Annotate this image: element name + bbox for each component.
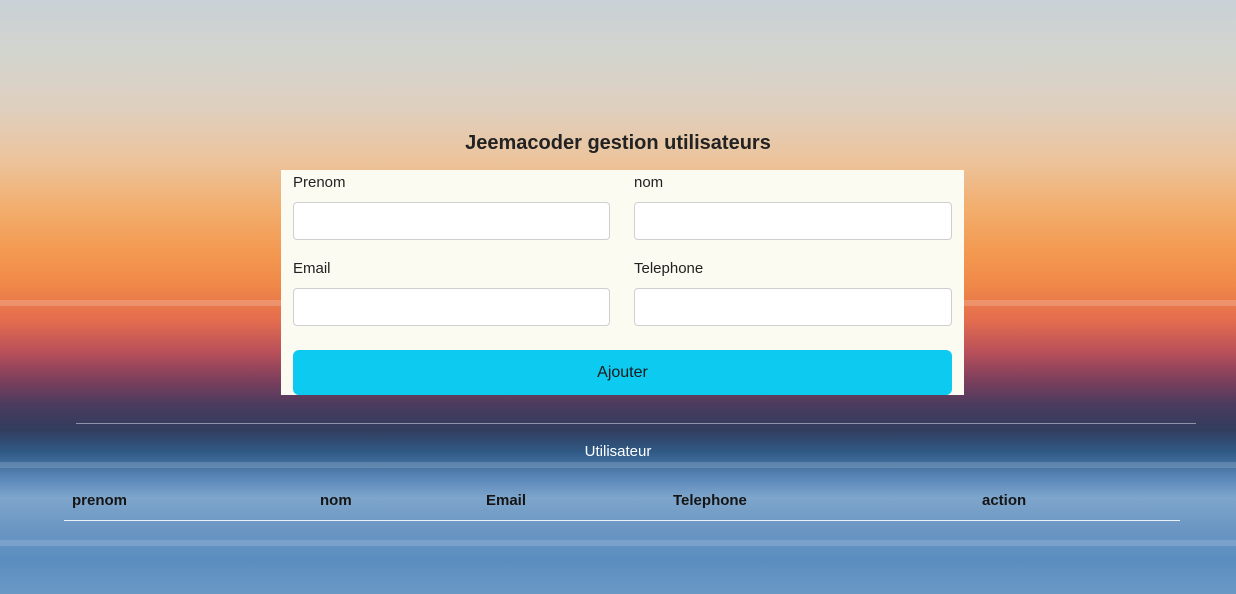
background-band — [0, 462, 1236, 468]
first-name-input[interactable] — [293, 202, 610, 240]
page-title: Jeemacoder gestion utilisateurs — [465, 132, 771, 154]
user-form: Prenom nom Email Telephone Ajouter — [281, 170, 964, 395]
last-name-label: nom — [634, 174, 664, 191]
section-divider — [76, 423, 1196, 424]
column-header-email: Email — [486, 492, 527, 509]
add-user-button[interactable]: Ajouter — [293, 350, 952, 395]
last-name-input[interactable] — [634, 202, 952, 240]
telephone-label: Telephone — [634, 260, 704, 277]
column-header-telephone: Telephone — [673, 492, 747, 509]
telephone-input[interactable] — [634, 288, 952, 326]
email-label: Email — [293, 260, 331, 277]
users-table-header: prenom nom Email Telephone action — [64, 486, 1180, 521]
column-header-nom: nom — [320, 492, 352, 509]
users-section-caption: Utilisateur — [584, 443, 652, 460]
first-name-label: Prenom — [293, 174, 346, 191]
column-header-action: action — [982, 492, 1027, 509]
email-input[interactable] — [293, 288, 610, 326]
background-band — [0, 540, 1236, 546]
column-header-prenom: prenom — [72, 492, 128, 509]
